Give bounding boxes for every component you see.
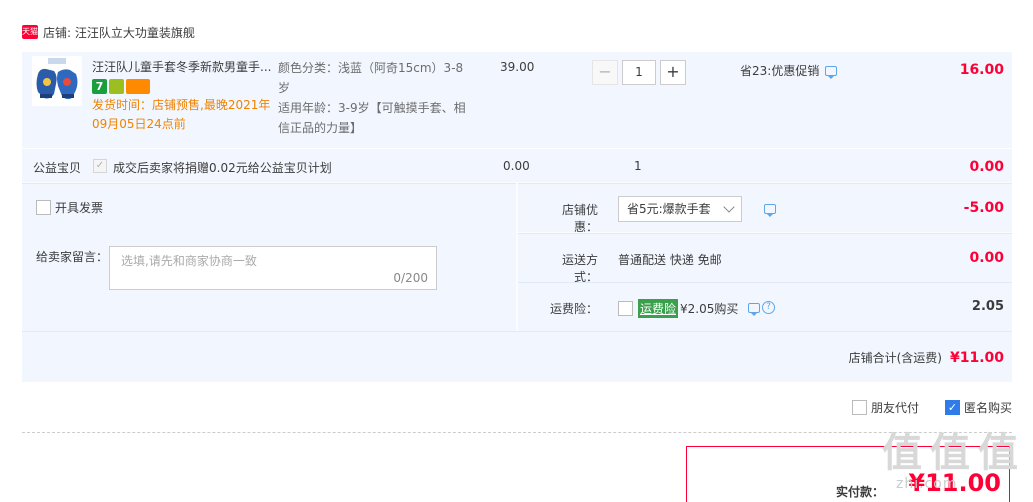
- attr-color: 颜色分类：浅蓝（阿奇15cm）3-8岁: [278, 61, 464, 95]
- charity-description: 成交后卖家将捐赠0.02元给公益宝贝计划: [113, 161, 332, 175]
- seller-message-input[interactable]: 选填,请先和商家协商一致 0/200: [109, 246, 437, 290]
- shipping-method-row: 运送方式： 普通配送 快递 免邮 0.00: [518, 233, 1012, 284]
- friend-pay-checkbox[interactable]: [851, 400, 867, 415]
- anonymous-option[interactable]: ✓ 匿名购买: [944, 399, 1012, 416]
- insurance-icons: ?: [748, 301, 775, 316]
- anonymous-label: 匿名购买: [963, 401, 1012, 415]
- unit-price: 39.00: [500, 60, 535, 74]
- seller-message-counter: 0/200: [393, 271, 428, 285]
- shipping-amount: 0.00: [969, 250, 1004, 266]
- invoice-message-panel: 开具发票 给卖家留言： 选填,请先和商家协商一致 0/200: [22, 183, 516, 331]
- seller-message-placeholder: 选填,请先和商家协商一致: [121, 254, 257, 268]
- store-discount-selected: 省5元:爆款手套: [627, 202, 711, 216]
- order-options: 朋友代付 ✓ 匿名购买: [851, 399, 1012, 416]
- help-icon[interactable]: ?: [762, 301, 775, 314]
- decrease-quantity-button[interactable]: −: [592, 60, 618, 85]
- seller-message-label: 给卖家留言：: [36, 250, 109, 264]
- charity-quantity: 1: [634, 159, 642, 173]
- charity-subtotal: 0.00: [969, 159, 1004, 175]
- site-watermark: 值 值 值 zhi.com: [880, 420, 1030, 500]
- watermark-glyph: 值: [882, 430, 922, 476]
- quantity-input[interactable]: 1: [622, 60, 656, 85]
- shipping-insurance-price: ¥2.05购买: [680, 302, 739, 316]
- shipping-method-value: 普通配送 快递 免邮: [618, 253, 722, 267]
- attr-age: 适用年龄：3-9岁【可触摸手套、相信正品的力量】: [278, 101, 466, 135]
- charity-checkbox: ✓: [93, 159, 107, 173]
- store-total-row: 店铺合计(含运费) ¥11.00: [22, 331, 1012, 382]
- quantity-stepper: − 1 +: [592, 60, 686, 85]
- service-badges: 7: [92, 79, 150, 94]
- friend-pay-option[interactable]: 朋友代付: [851, 399, 919, 416]
- shipping-method-label: 运送方式：: [561, 253, 598, 284]
- shipping-insurance-tag[interactable]: 运费险: [638, 299, 679, 318]
- chevron-down-icon: [723, 201, 735, 213]
- store-discount-label: 店铺优惠：: [561, 203, 598, 234]
- shipping-insurance-row: 运费险： 运费险 ¥2.05购买 ? 2.05: [518, 282, 1012, 331]
- charity-row: 公益宝贝 ✓ 成交后卖家将捐赠0.02元给公益宝贝计划 0.00 1 0.00: [22, 148, 1012, 182]
- shipping-insurance-label: 运费险：: [549, 302, 598, 316]
- store-total-amount: ¥11.00: [949, 350, 1004, 366]
- shield-icon: [109, 79, 124, 94]
- charity-price: 0.00: [503, 159, 530, 173]
- store-total: 店铺合计(含运费) ¥11.00: [849, 349, 1004, 366]
- store-header: 天猫 店铺: 汪汪队立大功童装旗舰: [22, 22, 195, 42]
- fee-panel: 店铺优惠： 省5元:爆款手套 -5.00 运送方式： 普通配送 快递 免邮 0.…: [518, 183, 1012, 331]
- shipping-time-note: 发货时间：店铺预售,最晚2021年09月05日24点前: [92, 98, 271, 131]
- chat-bubble-icon[interactable]: [764, 204, 776, 217]
- product-thumbnail[interactable]: [32, 56, 82, 106]
- product-attributes: 颜色分类：浅蓝（阿奇15cm）3-8岁 适用年龄：3-9岁【可触摸手套、相信正品…: [278, 58, 468, 138]
- item-subtotal: 16.00: [959, 62, 1004, 78]
- promotion-text: 省23:优惠促销: [740, 64, 820, 78]
- watermark-glyph: 值: [930, 430, 970, 476]
- divider: [22, 432, 1012, 433]
- invoice-label: 开具发票: [55, 201, 104, 215]
- invoice-checkbox[interactable]: [36, 200, 51, 215]
- watermark-site: zhi.com: [896, 476, 958, 492]
- seven-day-return-icon: 7: [92, 79, 107, 94]
- store-total-label: 店铺合计(含运费): [848, 351, 942, 365]
- charity-label: 公益宝贝: [33, 161, 82, 175]
- anonymous-checkbox[interactable]: ✓: [944, 400, 960, 415]
- order-block: 汪汪队儿童手套冬季新款男童手... 7 发货时间：店铺预售,最晚2021年09月…: [22, 52, 1012, 382]
- product-title-link[interactable]: 汪汪队儿童手套冬季新款男童手...: [92, 58, 274, 75]
- credit-card-icon: [126, 79, 150, 94]
- store-discount-row: 店铺优惠： 省5元:爆款手套 -5.00: [518, 183, 1012, 234]
- invoice-option[interactable]: 开具发票: [36, 199, 103, 216]
- payment-label: 实付款：: [835, 485, 884, 499]
- order-item-row: 汪汪队儿童手套冬季新款男童手... 7 发货时间：店铺预售,最晚2021年09月…: [22, 52, 1012, 148]
- store-discount-select[interactable]: 省5元:爆款手套: [618, 196, 742, 222]
- increase-quantity-button[interactable]: +: [660, 60, 686, 85]
- friend-pay-label: 朋友代付: [870, 401, 919, 415]
- watermark-glyph: 值: [978, 430, 1018, 476]
- chat-bubble-icon[interactable]: [748, 302, 760, 316]
- store-discount-amount: -5.00: [963, 200, 1004, 216]
- promotion-info: 省23:优惠促销: [740, 62, 838, 79]
- tmall-icon: 天猫: [22, 25, 38, 39]
- store-name-link[interactable]: 店铺: 汪汪队立大功童装旗舰: [43, 24, 195, 41]
- chat-bubble-icon[interactable]: [825, 65, 838, 79]
- shipping-insurance-amount: 2.05: [971, 299, 1004, 314]
- shipping-insurance-checkbox[interactable]: [618, 301, 633, 316]
